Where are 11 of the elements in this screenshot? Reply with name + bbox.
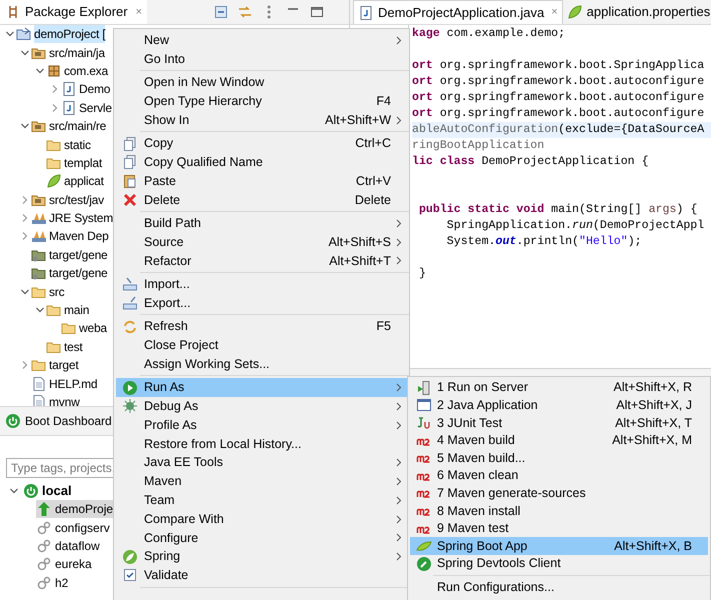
code-line: lic class DemoProjectApplication { — [412, 154, 650, 170]
code-line: SpringApplication.run(DemoProjectAppl — [446, 218, 706, 234]
code-line: kage com.example.demo; — [412, 26, 566, 42]
code-line: ort org.springframework.boot.autoconfigure — [412, 90, 706, 106]
code-line: System.out.println("Hello"); — [446, 234, 643, 250]
code-line: ort org.springframework.boot.autoconfigure — [412, 74, 706, 90]
code-line: public static void main(String[] args) { — [418, 202, 698, 218]
code-line: ort org.springframework.boot.SpringApplica — [412, 58, 706, 74]
code-line: } — [418, 266, 427, 282]
code-line: ort org.springframework.boot.autoconfigure — [412, 106, 706, 122]
code-line: ringBootApplication — [412, 138, 546, 154]
